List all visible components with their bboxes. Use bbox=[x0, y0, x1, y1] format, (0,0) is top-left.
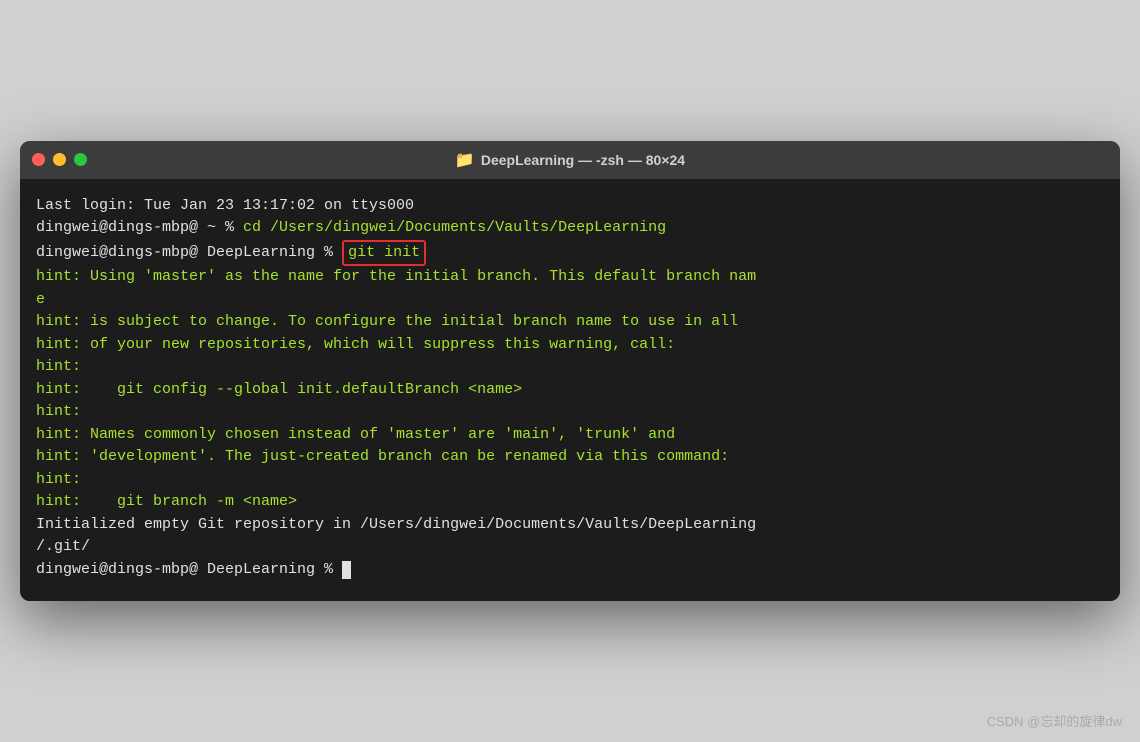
last-login-line: Last login: Tue Jan 23 13:17:02 on ttys0… bbox=[36, 195, 1104, 218]
hint-line-7: hint: bbox=[36, 401, 1104, 424]
git-init-command-line: dingwei@dings-mbp@ DeepLearning % git in… bbox=[36, 240, 1104, 267]
hint-line-11: hint: git branch -m <name> bbox=[36, 491, 1104, 514]
maximize-button[interactable] bbox=[74, 153, 87, 166]
watermark: CSDN @忘却的旋律dw bbox=[987, 711, 1122, 730]
terminal-body[interactable]: Last login: Tue Jan 23 13:17:02 on ttys0… bbox=[20, 179, 1120, 602]
initialized-line-2: /.git/ bbox=[36, 536, 1104, 559]
final-prompt-text: dingwei@dings-mbp@ DeepLearning % bbox=[36, 559, 342, 582]
hint-line-5: hint: bbox=[36, 356, 1104, 379]
hint-line-10: hint: bbox=[36, 469, 1104, 492]
traffic-lights bbox=[32, 153, 87, 166]
hint-line-1: hint: Using 'master' as the name for the… bbox=[36, 266, 1104, 289]
close-button[interactable] bbox=[32, 153, 45, 166]
window-title: 📁 DeepLearning — -zsh — 80×24 bbox=[455, 150, 685, 170]
title-bar: 📁 DeepLearning — -zsh — 80×24 bbox=[20, 141, 1120, 179]
terminal-window: 📁 DeepLearning — -zsh — 80×24 Last login… bbox=[20, 141, 1120, 602]
initialized-line-1: Initialized empty Git repository in /Use… bbox=[36, 514, 1104, 537]
cd-command-line: dingwei@dings-mbp@ ~ % cd /Users/dingwei… bbox=[36, 217, 1104, 240]
screenshot-wrapper: 📁 DeepLearning — -zsh — 80×24 Last login… bbox=[0, 0, 1140, 742]
git-init-prompt: dingwei@dings-mbp@ DeepLearning % bbox=[36, 242, 342, 265]
hint-line-6: hint: git config --global init.defaultBr… bbox=[36, 379, 1104, 402]
cursor bbox=[342, 561, 351, 579]
hint-line-4: hint: of your new repositories, which wi… bbox=[36, 334, 1104, 357]
cd-command: cd /Users/dingwei/Documents/Vaults/DeepL… bbox=[243, 217, 666, 240]
hint-line-9: hint: 'development'. The just-created br… bbox=[36, 446, 1104, 469]
folder-icon: 📁 bbox=[455, 150, 475, 170]
hint-line-2: e bbox=[36, 289, 1104, 312]
hint-line-3: hint: is subject to change. To configure… bbox=[36, 311, 1104, 334]
git-init-command: git init bbox=[342, 240, 426, 267]
minimize-button[interactable] bbox=[53, 153, 66, 166]
final-prompt-line: dingwei@dings-mbp@ DeepLearning % bbox=[36, 559, 1104, 582]
hint-line-8: hint: Names commonly chosen instead of '… bbox=[36, 424, 1104, 447]
prompt-text: dingwei@dings-mbp@ ~ % bbox=[36, 217, 243, 240]
